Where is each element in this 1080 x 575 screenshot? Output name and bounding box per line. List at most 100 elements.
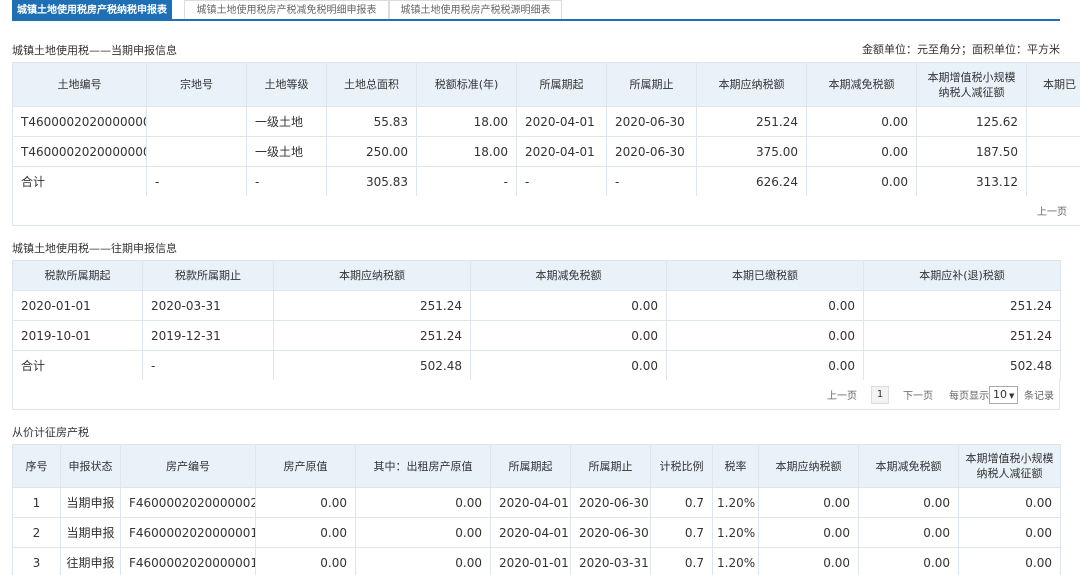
tax-reduction: 0.00: [470, 350, 667, 381]
tax-base-ratio: 0.7: [650, 547, 713, 575]
table-row: 2020-01-01 2020-03-31 251.24 0.00 0.00 2…: [12, 290, 1061, 321]
unit-note: 金额单位：元至角分；面积单位：平方米: [862, 43, 1060, 56]
table-row: 1 当期申报 F460000202000000203 0.00 0.00 202…: [12, 487, 1061, 518]
section-title-land-current: 城镇土地使用税——当期申报信息: [12, 44, 177, 57]
declare-status: 当期申报: [60, 517, 121, 548]
column-header: 所属期止: [570, 444, 651, 488]
period-start: 2020-01-01: [490, 547, 571, 575]
period-start: 2020-04-01: [490, 487, 571, 518]
prev-page-button[interactable]: 上一页: [827, 387, 857, 402]
tax-paid: [1026, 166, 1080, 197]
section-title-property: 从价计征房产税: [12, 426, 89, 439]
column-header: 房产编号: [120, 444, 256, 488]
tax-paid: [1026, 136, 1080, 167]
row-index: 1: [12, 487, 61, 518]
table-row: T460000202000000003 一级土地 250.00 18.00 20…: [12, 136, 1080, 167]
table-header-row: 序号 申报状态 房产编号 房产原值 其中：出租房产原值 所属期起 所属期止 计税…: [12, 444, 1061, 488]
property-id: F460000202000000105: [120, 547, 256, 575]
section-title-land-past: 城镇土地使用税——往期申报信息: [12, 242, 177, 255]
tab-tax-return[interactable]: 城镇土地使用税房产税纳税申报表: [12, 0, 172, 19]
per-page-select[interactable]: 10 ▼: [989, 386, 1019, 404]
period-end: -: [606, 166, 697, 197]
column-header: 所属期起: [516, 62, 607, 107]
period-start: 2019-10-01: [12, 320, 143, 351]
tax-paid: 0.00: [666, 290, 864, 321]
tax-payable: 251.24: [273, 320, 471, 351]
column-header: 序号: [12, 444, 61, 488]
total-area: 55.83: [326, 106, 417, 137]
original-value: 0.00: [255, 517, 356, 548]
parcel-no: [146, 136, 247, 167]
column-header: 土地总面积: [326, 62, 417, 107]
period-end: 2019-12-31: [142, 320, 274, 351]
period-end: 2020-03-31: [142, 290, 274, 321]
tax-reduction: 0.00: [470, 290, 667, 321]
period-end: 2020-03-31: [570, 547, 651, 575]
small-scale-reduction: 125.62: [916, 106, 1027, 137]
period-start: 2020-01-01: [12, 290, 143, 321]
tab-bar: 城镇土地使用税房产税纳税申报表 城镇土地使用税房产税减免税明细申报表 城镇土地使…: [12, 0, 1060, 21]
tax-payable: 0.00: [758, 487, 859, 518]
page-number-button[interactable]: 1: [871, 386, 889, 404]
land-past-pager: 上一页 1 下一页 每页显示 10 ▼ 条记录: [12, 380, 1060, 410]
rental-original-value: 0.00: [355, 547, 491, 575]
column-header: 本期应纳税额: [696, 62, 807, 107]
tax-paid: [1026, 106, 1080, 137]
small-scale-reduction: 313.12: [916, 166, 1027, 197]
column-header: 税率: [712, 444, 759, 488]
period-start: 2020-04-01: [490, 517, 571, 548]
tab-tax-source-detail[interactable]: 城镇土地使用税房产税税源明细表: [389, 0, 562, 19]
column-header: 本期增值税小规模纳税人减征额: [958, 444, 1061, 488]
total-area: 305.83: [326, 166, 417, 197]
original-value: 0.00: [255, 487, 356, 518]
tax-reduction: 0.00: [806, 136, 917, 167]
prev-page-button[interactable]: 上一页: [1037, 203, 1067, 218]
next-page-button[interactable]: 下一页: [903, 387, 933, 402]
column-header: 所属期起: [490, 444, 571, 488]
tax-rate: 1.20%: [712, 517, 759, 548]
small-scale-reduction: 0.00: [958, 547, 1061, 575]
land-grade: 一级土地: [246, 106, 327, 137]
parcel-no: [146, 106, 247, 137]
tax-payable: 251.24: [273, 290, 471, 321]
period-end: 2020-06-30: [570, 487, 651, 518]
declare-status: 往期申报: [60, 547, 121, 575]
column-header: 申报状态: [60, 444, 121, 488]
rental-original-value: 0.00: [355, 517, 491, 548]
tax-payable: 251.24: [696, 106, 807, 137]
land-current-pager: 上一页: [12, 196, 1080, 226]
property-id: F460000202000000203: [120, 487, 256, 518]
tax-reduction: 0.00: [470, 320, 667, 351]
land-current-table: 土地编号 宗地号 土地等级 土地总面积 税额标准(年) 所属期起 所属期止 本期…: [12, 62, 1080, 197]
column-header: 本期应补(退)税额: [863, 260, 1061, 291]
column-header: 本期增值税小规模纳税人减征额: [916, 62, 1027, 107]
period-end: 2020-06-30: [606, 136, 697, 167]
parcel-no: -: [146, 166, 247, 197]
table-row: 2 当期申报 F460000202000000105 0.00 0.00 202…: [12, 517, 1061, 548]
column-header: 本期已缴税额: [666, 260, 864, 291]
period-end: 2020-06-30: [570, 517, 651, 548]
tax-due: 502.48: [863, 350, 1061, 381]
records-suffix-label: 条记录: [1024, 391, 1054, 402]
row-index: 3: [12, 547, 61, 575]
column-header: 土地等级: [246, 62, 327, 107]
tax-reduction: 0.00: [858, 487, 959, 518]
column-header: 税款所属期起: [12, 260, 143, 291]
period-start: 2020-04-01: [516, 106, 607, 137]
tax-paid: 0.00: [666, 350, 864, 381]
tab-reduction-detail[interactable]: 城镇土地使用税房产税减免税明细申报表: [184, 0, 389, 19]
column-header: 本期应纳税额: [758, 444, 859, 488]
small-scale-reduction: 0.00: [958, 517, 1061, 548]
tax-payable: 502.48: [273, 350, 471, 381]
column-header: 本期减免税额: [858, 444, 959, 488]
tax-rate: 18.00: [416, 136, 517, 167]
tax-rate: 1.20%: [712, 487, 759, 518]
period-end: 2020-06-30: [606, 106, 697, 137]
tax-due: 251.24: [863, 290, 1061, 321]
land-id: T460000202000000002: [12, 106, 147, 137]
tax-rate: 18.00: [416, 106, 517, 137]
small-scale-reduction: 0.00: [958, 487, 1061, 518]
rental-original-value: 0.00: [355, 487, 491, 518]
tax-base-ratio: 0.7: [650, 487, 713, 518]
column-header: 本期减免税额: [806, 62, 917, 107]
